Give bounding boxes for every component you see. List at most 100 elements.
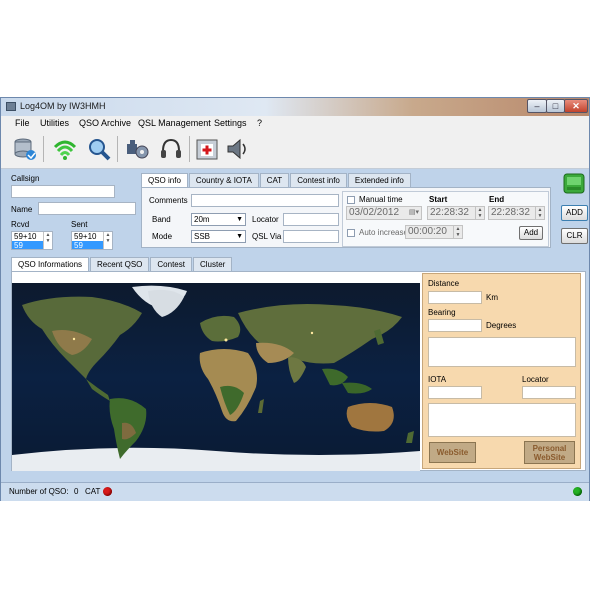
band-select[interactable]: 20m ▼	[191, 213, 246, 226]
connection-status-led-icon	[573, 487, 582, 496]
auto-increase-label: Auto increase	[359, 228, 408, 237]
tab-country-iota[interactable]: Country & IOTA	[188, 173, 259, 187]
start-spin-arrows-icon[interactable]: ▲ ▼	[475, 207, 484, 219]
qso-tabs: QSO info Country & IOTA CAT Contest info…	[141, 173, 412, 187]
tab-contest[interactable]: Contest	[150, 257, 192, 271]
menu-bar: File Utilities QSO Archive QSL Managemen…	[1, 116, 589, 130]
end-time-value: 22:28:32	[491, 207, 530, 218]
end-label: End	[489, 195, 505, 204]
date-value: 03/02/2012	[349, 207, 400, 218]
start-time-input[interactable]: 22:28:32 ▲ ▼	[427, 206, 485, 220]
cat-label: CAT	[85, 487, 101, 496]
distance-unit: Km	[486, 293, 498, 302]
name-input[interactable]	[38, 202, 136, 215]
clear-button[interactable]: CLR	[561, 228, 588, 244]
world-map[interactable]	[12, 283, 420, 471]
sent-spin-arrows-icon[interactable]: ▲ ▼	[103, 232, 112, 249]
database-icon[interactable]	[11, 134, 39, 164]
start-time-value: 22:28:32	[430, 207, 469, 218]
distance-label: Distance	[428, 279, 460, 288]
auto-increase-input[interactable]: 00:00:20 ▲ ▼	[405, 225, 463, 239]
sent-option-selected[interactable]: 59	[72, 241, 103, 249]
callsign-input[interactable]	[11, 185, 115, 198]
rcvd-report-list[interactable]: 59+10 59 ▲ ▼	[11, 231, 53, 250]
comments-label: Comments	[149, 196, 188, 205]
distance-value-box	[428, 291, 482, 304]
comments-input[interactable]	[191, 194, 339, 207]
tab-contest-info[interactable]: Contest info	[290, 173, 347, 187]
menu-qsl-management[interactable]: QSL Management	[138, 118, 211, 128]
status-bar: Number of QSO: 0 CAT	[1, 482, 589, 501]
personal-website-line2: WebSite	[533, 452, 566, 462]
minimize-button[interactable]: –	[527, 99, 547, 113]
bearing-unit: Degrees	[486, 321, 517, 330]
bearing-label: Bearing	[428, 308, 456, 317]
menu-help[interactable]: ?	[257, 118, 262, 128]
date-picker[interactable]: 03/02/2012 ▤▾	[346, 206, 422, 220]
qso-details-panel: Distance Km Bearing Degrees IOTA Locator…	[422, 273, 581, 469]
qsl-via-input[interactable]	[283, 230, 339, 243]
headset-icon[interactable]	[157, 134, 185, 164]
locator-info-label: Locator	[522, 375, 549, 384]
tab-recent-qso[interactable]: Recent QSO	[90, 257, 150, 271]
puzzle-gear-icon[interactable]	[123, 134, 151, 164]
qso-count-value: 0	[74, 487, 79, 496]
menu-utilities[interactable]: Utilities	[40, 118, 69, 128]
green-card-icon[interactable]	[563, 171, 585, 196]
wifi-signal-icon[interactable]	[51, 134, 79, 164]
auto-increase-checkbox[interactable]	[347, 229, 355, 237]
band-value: 20m	[194, 215, 210, 224]
locator-label: Locator	[252, 215, 279, 224]
chevron-down-icon: ▼	[236, 216, 243, 223]
rcvd-option-selected[interactable]: 59	[12, 241, 43, 249]
locator-input[interactable]	[283, 213, 339, 226]
bearing-value-box	[428, 319, 482, 332]
app-logo-icon	[6, 102, 16, 111]
website-button[interactable]: WebSite	[429, 442, 476, 463]
window-title: Log4OM by IW3HMH	[20, 101, 106, 111]
rcvd-label: Rcvd	[11, 220, 30, 229]
band-label: Band	[152, 215, 171, 224]
mode-value: SSB	[194, 232, 211, 241]
auto-increase-value: 00:00:20	[408, 226, 447, 237]
end-spin-arrows-icon[interactable]: ▲ ▼	[535, 207, 544, 219]
calendar-dropdown-icon[interactable]: ▤▾	[409, 207, 419, 219]
mode-label: Mode	[152, 232, 173, 241]
personal-website-button[interactable]: Personal WebSite	[524, 441, 575, 464]
maximize-button[interactable]: □	[546, 99, 565, 113]
add-time-button[interactable]: Add	[519, 226, 543, 240]
start-label: Start	[429, 195, 448, 204]
end-time-input[interactable]: 22:28:32 ▲ ▼	[488, 206, 545, 220]
magnifier-icon[interactable]	[85, 134, 113, 164]
mode-select[interactable]: SSB ▼	[191, 230, 246, 243]
tab-extended-info[interactable]: Extended info	[347, 173, 411, 187]
iota-value-box	[428, 386, 482, 399]
locator-value-box	[522, 386, 576, 399]
sent-report-list[interactable]: 59+10 59 ▲ ▼	[71, 231, 113, 250]
info-tabs: QSO Informations Recent QSO Contest Clus…	[11, 257, 233, 271]
menu-file[interactable]: File	[15, 118, 30, 128]
qso-info-panel: Comments Band 20m ▼ Locator Mode SSB ▼ QSL…	[141, 187, 551, 248]
auto-spin-arrows-icon[interactable]: ▲ ▼	[453, 226, 462, 238]
callsign-label: Callsign	[11, 174, 40, 183]
tab-qso-info[interactable]: QSO info	[141, 173, 188, 187]
speaker-icon[interactable]	[223, 134, 251, 164]
first-aid-icon[interactable]	[193, 134, 221, 164]
name-label: Name	[11, 205, 33, 214]
rcvd-spin-arrows-icon[interactable]: ▲ ▼	[43, 232, 52, 249]
qsl-via-label: QSL Via	[252, 232, 282, 241]
iota-label: IOTA	[428, 375, 447, 384]
add-qso-button[interactable]: ADD	[561, 205, 588, 221]
menu-settings[interactable]: Settings	[214, 118, 247, 128]
notes-box	[428, 403, 576, 437]
manual-time-checkbox[interactable]	[347, 196, 355, 204]
cat-status-led-icon	[103, 487, 112, 496]
title-bar: Log4OM by IW3HMH – □ ✕	[1, 98, 589, 116]
tab-cat[interactable]: CAT	[259, 173, 290, 187]
tab-cluster[interactable]: Cluster	[192, 257, 233, 271]
menu-qso-archive[interactable]: QSO Archive	[79, 118, 131, 128]
chevron-down-icon: ▼	[236, 233, 243, 240]
tab-qso-informations[interactable]: QSO Informations	[11, 257, 90, 271]
close-button[interactable]: ✕	[564, 99, 588, 113]
toolbar	[1, 130, 589, 169]
